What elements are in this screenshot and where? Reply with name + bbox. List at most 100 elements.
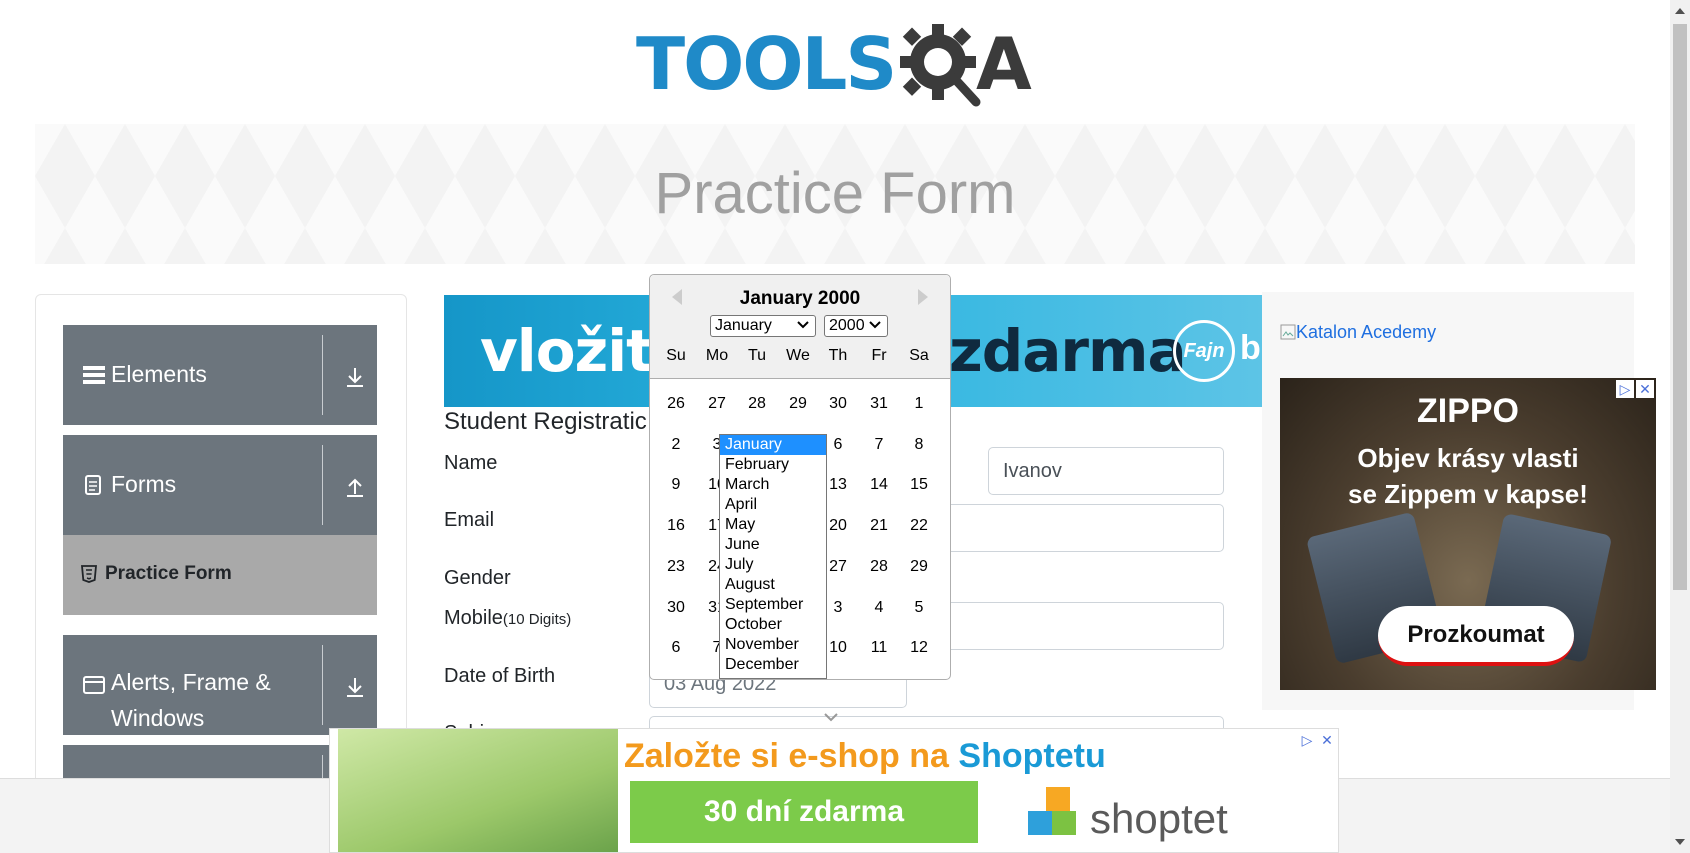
ad-headline: Založte si e-shop na Shoptetu: [624, 737, 1106, 776]
hamburger-icon: [83, 366, 105, 384]
ad-brand: ZIPPO: [1416, 392, 1520, 430]
chevron-down-icon: [869, 321, 881, 329]
last-name-input[interactable]: Ivanov: [988, 447, 1224, 495]
logo-text: TOOLS: [636, 22, 897, 106]
calendar-day[interactable]: 2: [656, 436, 696, 454]
toolsqa-logo[interactable]: TOOLS A: [636, 18, 1038, 114]
mobile-input[interactable]: [940, 602, 1224, 650]
calendar-day[interactable]: 21: [859, 517, 899, 535]
weekday-label: Su: [666, 347, 686, 364]
month-option[interactable]: April: [720, 495, 826, 515]
month-option[interactable]: January: [720, 435, 826, 455]
calendar-day[interactable]: 30: [656, 599, 696, 617]
calendar-day[interactable]: 7: [859, 436, 899, 454]
dob-label: Date of Birth: [444, 665, 556, 687]
ad-line-1: Objev krásy vlasti: [1357, 443, 1579, 473]
calendar-day[interactable]: 27: [697, 395, 737, 413]
month-option[interactable]: November: [720, 635, 826, 655]
mobile-hint: (10 Digits): [502, 611, 572, 628]
shoptet-logo-square: [1052, 811, 1076, 835]
window-icon: [83, 676, 105, 694]
calendar-day[interactable]: 31: [859, 395, 899, 413]
calendar-day[interactable]: 29: [778, 395, 818, 413]
datepicker-current-month: January 2000: [739, 288, 861, 309]
year-select-value: 2000: [829, 317, 865, 334]
month-option[interactable]: May: [720, 515, 826, 535]
calendar-day[interactable]: 14: [859, 476, 899, 494]
sidebar-group-label-line2: Windows: [111, 705, 205, 731]
calendar-day[interactable]: 8: [899, 436, 939, 454]
calendar-day[interactable]: 23: [656, 558, 696, 576]
calendar-day[interactable]: 16: [656, 517, 696, 535]
month-select[interactable]: January: [710, 315, 816, 337]
weekday-label: Sa: [909, 347, 929, 364]
ad-headline-brand: Shoptetu: [958, 737, 1106, 775]
ad-line-2: se Zippem v kapse!: [1348, 479, 1588, 509]
email-input[interactable]: [940, 504, 1224, 552]
mobile-label-text: Mobile: [444, 607, 503, 629]
calendar-day[interactable]: 29: [899, 558, 939, 576]
zippo-ad[interactable]: ZIPPO Objev krásy vlasti se Zippem v kap…: [1280, 378, 1656, 690]
calendar-day[interactable]: 28: [737, 395, 777, 413]
calendar-day[interactable]: 1: [899, 395, 939, 413]
month-option[interactable]: October: [720, 615, 826, 635]
page-title: Practice Form: [654, 161, 1016, 226]
scroll-up-arrow[interactable]: [1675, 8, 1685, 14]
calendar-day[interactable]: 28: [859, 558, 899, 576]
year-select[interactable]: 2000: [824, 315, 888, 337]
scrollbar-thumb[interactable]: [1673, 24, 1687, 590]
weekday-label: Fr: [871, 347, 887, 364]
chevron-down-icon: [797, 321, 809, 329]
ad-brand: shoptet: [1090, 795, 1228, 842]
sidebar-group-alerts[interactable]: Alerts, Frame & Windows: [63, 635, 377, 735]
ad-cta-button[interactable]: Prozkoumat: [1378, 606, 1574, 666]
chevron-down-icon: [824, 713, 838, 722]
adchoices-icon[interactable]: ▷: [1298, 731, 1316, 749]
sidebar-group-elements[interactable]: Elements: [63, 325, 377, 425]
vertical-scrollbar[interactable]: [1670, 0, 1690, 853]
calendar-day[interactable]: 30: [818, 395, 858, 413]
month-option[interactable]: February: [720, 455, 826, 475]
form-title: Student Registratic: [444, 408, 647, 435]
next-month-button[interactable]: [918, 289, 928, 305]
form-icon: [85, 475, 101, 495]
calendar-day[interactable]: 6: [656, 639, 696, 657]
month-option[interactable]: August: [720, 575, 826, 595]
ad-headline-text: Založte si e-shop na: [624, 737, 949, 775]
adchoices-icon[interactable]: ▷: [1616, 380, 1634, 398]
shoptet-logo-square: [1046, 787, 1070, 811]
html5-icon: [81, 565, 97, 583]
broken-image-icon: [1280, 324, 1296, 340]
calendar-day[interactable]: 11: [859, 639, 899, 657]
scroll-down-arrow[interactable]: [1675, 839, 1685, 845]
divider: [322, 445, 323, 525]
calendar-day[interactable]: 26: [656, 395, 696, 413]
sidebar-item-label: Practice Form: [105, 563, 232, 584]
month-option[interactable]: July: [720, 555, 826, 575]
gender-label: Gender: [444, 567, 511, 589]
month-option[interactable]: June: [720, 535, 826, 555]
month-select-value: January: [715, 317, 772, 334]
calendar-day[interactable]: 12: [899, 639, 939, 657]
ad-banner-bottom[interactable]: Založte si e-shop na Shoptetu 30 dní zda…: [329, 728, 1339, 853]
month-option[interactable]: September: [720, 595, 826, 615]
month-option[interactable]: March: [720, 475, 826, 495]
month-dropdown-list[interactable]: January February March April May June July Augu…: [719, 434, 827, 679]
weekday-label: We: [786, 347, 810, 364]
gear-icon: [900, 24, 981, 107]
ad-cta-button[interactable]: 30 dní zdarma: [630, 781, 978, 843]
datepicker-header: January 2000 January 2000 Su Mo Tu We Th Fr Sa: [650, 275, 950, 379]
ad-text: br: [1240, 329, 1262, 367]
calendar-day[interactable]: 22: [899, 517, 939, 535]
calendar-day[interactable]: 9: [656, 476, 696, 494]
close-icon[interactable]: ✕: [1636, 380, 1654, 398]
sidebar-group-forms[interactable]: Forms: [63, 435, 377, 535]
month-option[interactable]: December: [720, 655, 826, 675]
calendar-day[interactable]: 5: [899, 599, 939, 617]
mobile-label: Mobile(10 Digits): [444, 607, 571, 630]
sidebar-item-practice-form[interactable]: Practice Form: [63, 535, 377, 615]
katalon-academy-link[interactable]: Katalon Acedemy: [1280, 322, 1436, 343]
close-icon[interactable]: ✕: [1318, 731, 1336, 749]
calendar-day[interactable]: 4: [859, 599, 899, 617]
calendar-day[interactable]: 15: [899, 476, 939, 494]
